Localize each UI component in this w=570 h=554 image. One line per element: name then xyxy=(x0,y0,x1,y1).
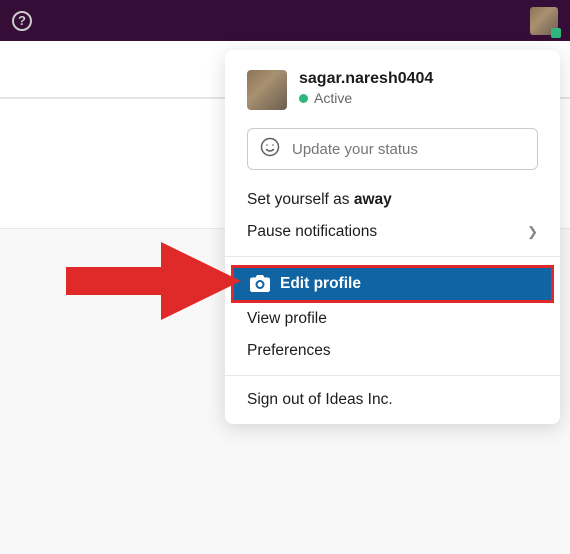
pause-notifications-item[interactable]: Pause notifications ❯ xyxy=(225,216,560,248)
top-bar: ? xyxy=(0,0,570,41)
user-info: sagar.naresh0404 Active xyxy=(299,70,433,106)
user-avatar-small[interactable] xyxy=(530,7,558,35)
sign-out-item[interactable]: Sign out of Ideas Inc. xyxy=(225,384,560,416)
user-menu: sagar.naresh0404 Active Set yourself as … xyxy=(225,50,560,424)
sign-out-label: Sign out of Ideas Inc. xyxy=(247,391,393,409)
set-away-item[interactable]: Set yourself as away xyxy=(225,184,560,216)
preferences-item[interactable]: Preferences xyxy=(225,335,560,367)
help-icon[interactable]: ? xyxy=(12,11,32,31)
user-avatar-large xyxy=(247,70,287,110)
active-status-dot-icon xyxy=(299,94,308,103)
away-prefix: Set yourself as xyxy=(247,191,354,208)
smiley-icon[interactable] xyxy=(260,137,280,162)
preferences-label: Preferences xyxy=(247,342,331,360)
edit-profile-item[interactable]: Edit profile xyxy=(231,265,554,303)
camera-icon xyxy=(250,275,270,293)
menu-divider xyxy=(225,375,560,376)
chevron-right-icon: ❯ xyxy=(527,224,538,240)
menu-divider xyxy=(225,256,560,257)
view-profile-item[interactable]: View profile xyxy=(225,303,560,335)
menu-header: sagar.naresh0404 Active xyxy=(225,70,560,122)
pause-label: Pause notifications xyxy=(247,223,377,241)
user-status: Active xyxy=(299,90,433,106)
status-input-container[interactable] xyxy=(247,128,538,170)
view-profile-label: View profile xyxy=(247,310,327,328)
status-label: Active xyxy=(314,90,352,106)
status-input[interactable] xyxy=(292,141,525,158)
user-name: sagar.naresh0404 xyxy=(299,70,433,88)
away-bold: away xyxy=(354,191,392,208)
edit-profile-label: Edit profile xyxy=(280,275,361,293)
annotation-arrow xyxy=(66,242,241,320)
